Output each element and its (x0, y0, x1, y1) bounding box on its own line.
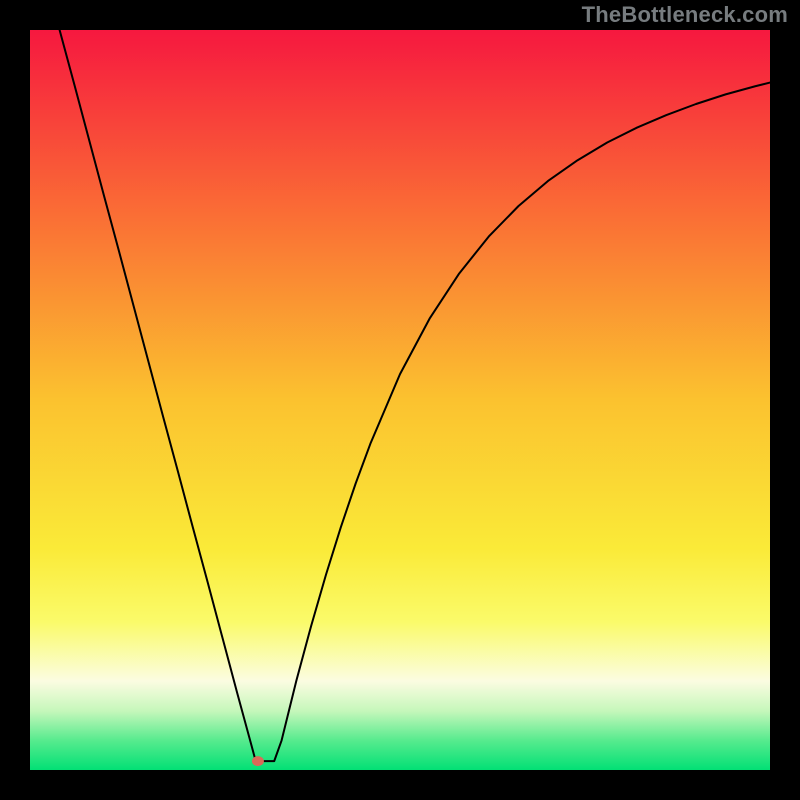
chart-stage: TheBottleneck.com (0, 0, 800, 800)
plot-area (30, 30, 770, 770)
bottleneck-chart (0, 0, 800, 800)
watermark-text: TheBottleneck.com (582, 2, 788, 28)
minimum-marker (252, 756, 264, 766)
